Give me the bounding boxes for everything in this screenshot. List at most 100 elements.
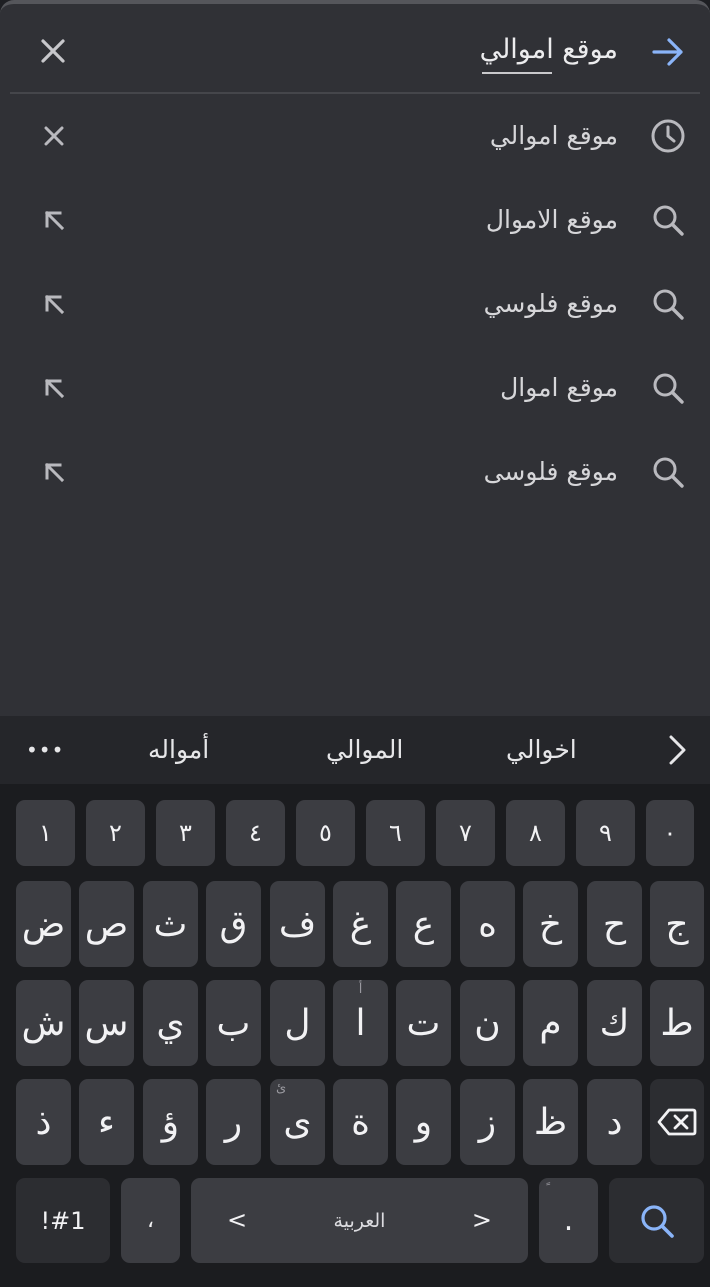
key[interactable]: ٨ (506, 800, 565, 866)
key[interactable]: ض (16, 881, 71, 967)
suggestion-item[interactable]: موقع الاموال (0, 178, 710, 262)
key[interactable]: ٥ (296, 800, 355, 866)
key-label: . (563, 1203, 574, 1238)
key[interactable]: ٣ (156, 800, 215, 866)
key[interactable]: ص (79, 881, 134, 967)
key-label: ا (355, 1002, 366, 1044)
key[interactable]: ة (333, 1079, 388, 1165)
key[interactable]: ب (206, 980, 261, 1066)
key[interactable]: ء (79, 1079, 134, 1165)
key[interactable]: ن (460, 980, 515, 1066)
period-key[interactable]: ً . (539, 1178, 598, 1263)
search-icon (648, 200, 688, 240)
suggestion-text: موقع الاموال (485, 205, 618, 234)
key[interactable]: ر (206, 1079, 261, 1165)
suggestion-text: موقع اموالي (489, 121, 618, 150)
key[interactable]: ت (396, 980, 451, 1066)
key[interactable]: س (79, 980, 134, 1066)
search-panel: موقع اموالي موقع اموالي موقع الاموال موق… (0, 0, 710, 716)
cursor-right-arrow: > (471, 1206, 492, 1234)
key[interactable]: ف (270, 881, 325, 967)
key[interactable]: ٦ (366, 800, 425, 866)
suggestion-item[interactable]: موقع فلوسى (0, 430, 710, 514)
search-icon (648, 284, 688, 324)
keyboard: ••• أمواله الموالي اخوالي ١ ٢ ٣ ٤ ٥ ٦ ٧ … (0, 716, 710, 1287)
suggestion-item[interactable]: موقع اموال (0, 346, 710, 430)
arrow-up-left-icon (44, 294, 65, 315)
key[interactable]: ٤ (226, 800, 285, 866)
history-clock-icon (648, 116, 688, 156)
search-icon (648, 368, 688, 408)
key-label: ى (283, 1101, 312, 1143)
suggestion-item[interactable]: موقع اموالي (0, 94, 710, 178)
key[interactable]: خ (523, 881, 578, 967)
key-hint: أ (358, 982, 363, 997)
key[interactable]: ح (587, 881, 642, 967)
backspace-key[interactable] (650, 1079, 704, 1165)
key-with-hint[interactable]: أ ا (333, 980, 388, 1066)
key[interactable]: ذ (16, 1079, 71, 1165)
space-key[interactable]: < العربية > (191, 1178, 528, 1263)
key[interactable]: ٧ (436, 800, 495, 866)
fill-query-button[interactable] (34, 284, 74, 324)
symbols-key[interactable]: !#1 (16, 1178, 110, 1263)
key[interactable]: ل (270, 980, 325, 1066)
chevron-right-icon (669, 735, 686, 765)
key[interactable]: ٢ (86, 800, 145, 866)
clear-search-button[interactable] (32, 30, 74, 72)
composing-underline (482, 72, 552, 74)
search-bar: موقع اموالي (0, 8, 710, 92)
expand-toolbar-button[interactable] (660, 730, 694, 770)
key[interactable]: ق (206, 881, 261, 967)
prediction-item[interactable]: الموالي (326, 730, 403, 770)
fill-query-button[interactable] (34, 452, 74, 492)
suggestion-item[interactable]: موقع فلوسي (0, 262, 710, 346)
arrow-up-left-icon (44, 378, 65, 399)
close-icon (41, 39, 65, 63)
key[interactable]: ٠ (646, 800, 694, 866)
search-icon (648, 452, 688, 492)
fill-query-button[interactable] (34, 368, 74, 408)
key[interactable]: م (523, 980, 578, 1066)
arrow-up-left-icon (44, 462, 65, 483)
suggestion-text: موقع فلوسى (483, 457, 618, 486)
close-icon (44, 126, 64, 146)
search-icon (640, 1204, 674, 1238)
more-options-button[interactable]: ••• (26, 730, 64, 770)
prediction-bar: ••• أمواله الموالي اخوالي (0, 716, 710, 784)
key[interactable]: ث (143, 881, 198, 967)
prediction-item[interactable]: أمواله (148, 730, 209, 770)
key[interactable]: ه (460, 881, 515, 967)
arrow-up-left-icon (44, 210, 65, 231)
cursor-left-arrow: < (227, 1206, 248, 1234)
key[interactable]: و (396, 1079, 451, 1165)
key[interactable]: غ (333, 881, 388, 967)
prediction-item[interactable]: اخوالي (506, 730, 577, 770)
space-language-label: العربية (333, 1209, 386, 1232)
suggestion-text: موقع فلوسي (483, 289, 618, 318)
suggestion-text: موقع اموال (500, 373, 618, 402)
key[interactable]: ط (650, 980, 704, 1066)
key[interactable]: ٩ (576, 800, 635, 866)
search-input[interactable]: موقع اموالي (480, 30, 618, 70)
key[interactable]: ش (16, 980, 71, 1066)
key[interactable]: د (587, 1079, 642, 1165)
fill-query-button[interactable] (34, 200, 74, 240)
backspace-icon (657, 1108, 697, 1136)
key[interactable]: ؤ (143, 1079, 198, 1165)
search-action-key[interactable] (609, 1178, 704, 1263)
key[interactable]: ظ (523, 1079, 578, 1165)
comma-key[interactable]: ، (121, 1178, 180, 1263)
key[interactable]: ز (460, 1079, 515, 1165)
key[interactable]: ي (143, 980, 198, 1066)
go-button[interactable] (646, 30, 690, 74)
remove-suggestion-button[interactable] (34, 116, 74, 156)
key-with-hint[interactable]: ئ ى (270, 1079, 325, 1165)
key[interactable]: ع (396, 881, 451, 967)
key[interactable]: ج (650, 881, 704, 967)
key-hint: ئ (276, 1081, 287, 1096)
arrow-forward-icon (652, 38, 683, 66)
key-hint: ً (539, 1182, 598, 1198)
key[interactable]: ك (587, 980, 642, 1066)
key[interactable]: ١ (16, 800, 75, 866)
